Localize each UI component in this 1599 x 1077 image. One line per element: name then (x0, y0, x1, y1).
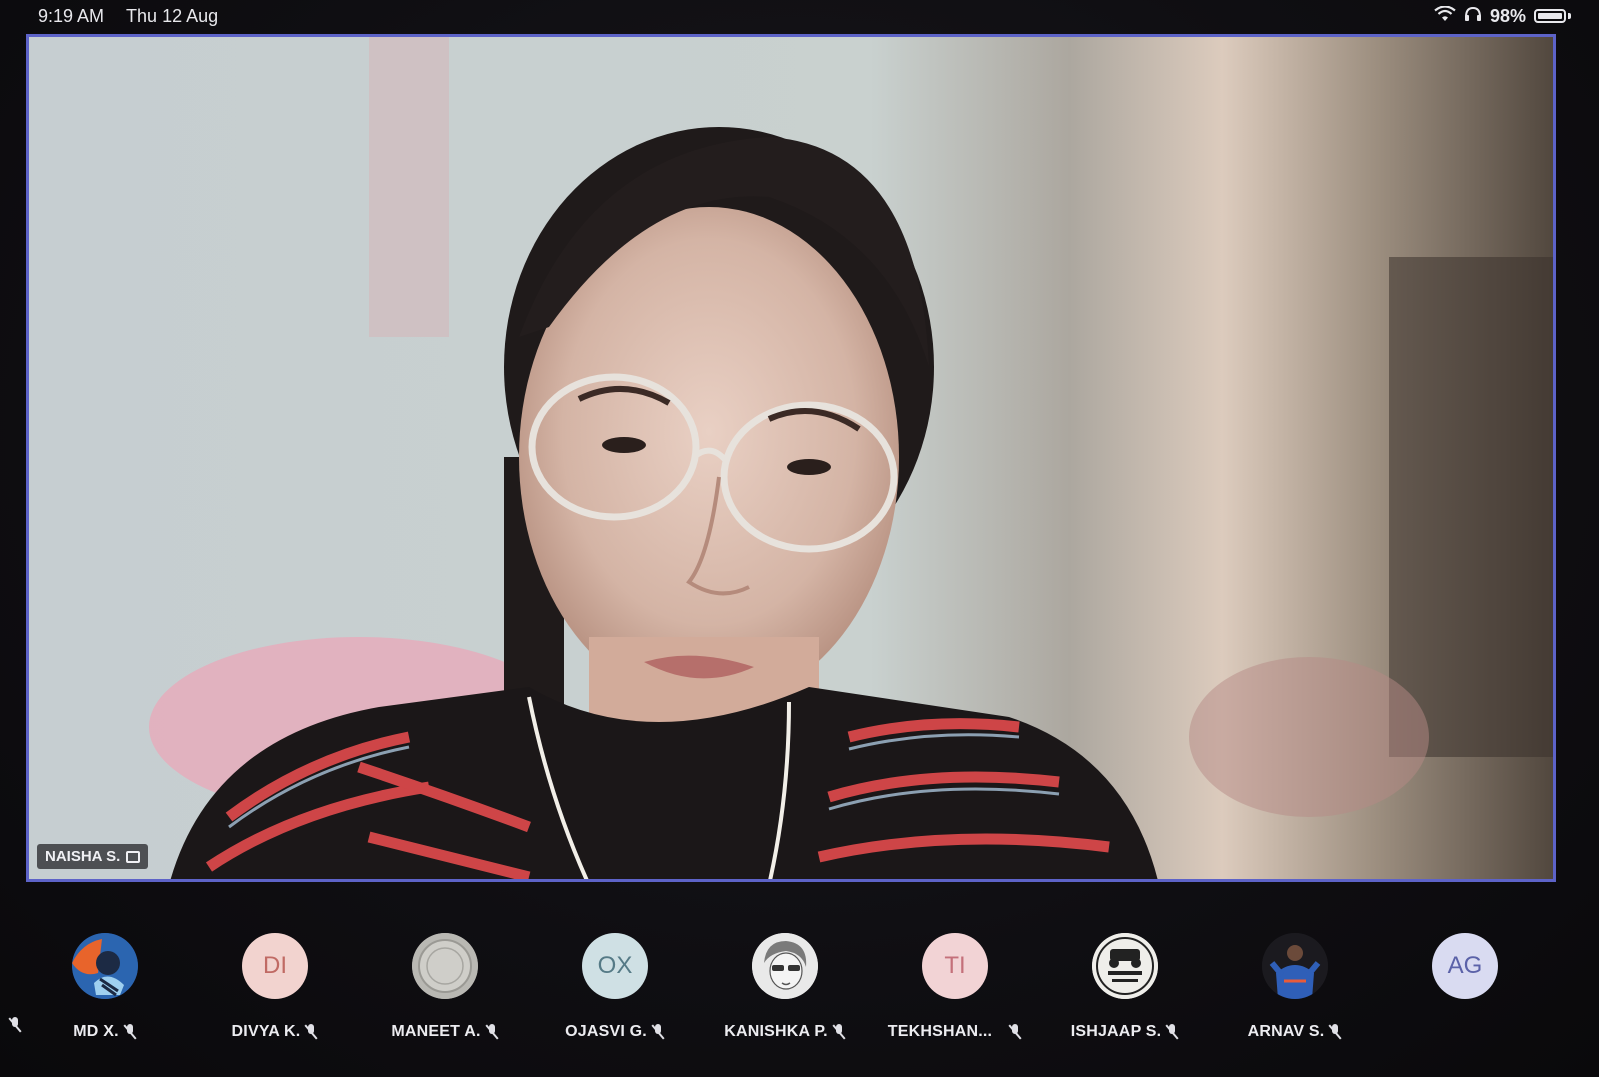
participant-tile[interactable]: AG (1380, 886, 1550, 1071)
avatar (1262, 933, 1328, 999)
mic-off-icon (1008, 1024, 1022, 1040)
avatar: AG (1432, 933, 1498, 999)
screen-share-icon (126, 850, 141, 863)
participant-tile[interactable]: KANISHKA P. (700, 886, 870, 1071)
active-speaker-name: NAISHA S. (45, 848, 121, 865)
avatar: OX (582, 933, 648, 999)
sketch-portrait-avatar-icon (752, 933, 818, 999)
avatar-initials: DI (263, 952, 287, 979)
wifi-icon (1434, 4, 1456, 27)
mic-off-icon (651, 1024, 665, 1040)
mic-off-icon (1165, 1024, 1179, 1040)
avatar (72, 933, 138, 999)
zoom-meeting-screen: 9:19 AM Thu 12 Aug 98% NAISHA S. MD X. D… (0, 0, 1599, 1077)
participant-label: DIVYA K. (232, 1023, 319, 1041)
status-date: Thu 12 Aug (126, 5, 219, 26)
participant-strip: MD X. DI DIVYA K. MANEET A. OX OJASVI G.… (20, 886, 1550, 1071)
mic-off-icon (123, 1024, 137, 1040)
avatar (752, 933, 818, 999)
participant-tile[interactable]: MD X. (20, 886, 190, 1071)
battery-icon (1534, 9, 1566, 23)
mic-off-icon (304, 1024, 318, 1040)
avatar: DI (242, 933, 308, 999)
video-frame-illustration (29, 37, 1553, 879)
headphones-icon (1464, 6, 1482, 27)
status-bar: 9:19 AM Thu 12 Aug 98% (0, 0, 1599, 32)
participant-label: MD X. (73, 1023, 136, 1041)
avatar (1092, 933, 1158, 999)
status-time: 9:19 AM (38, 5, 105, 26)
participant-label: ARNAV S. (1248, 1023, 1343, 1041)
battery-tip (1568, 13, 1571, 19)
avatar-initials: OX (597, 952, 633, 979)
battery-percentage: 98% (1489, 5, 1526, 26)
participant-tile[interactable]: TI TEKHSHAN... (870, 886, 1040, 1071)
coin-avatar-icon (412, 933, 478, 999)
participant-label: ISHJAAP S. (1071, 1023, 1180, 1041)
participant-tile[interactable]: OX OJASVI G. (530, 886, 700, 1071)
avatar (412, 933, 478, 999)
mic-off-icon (832, 1024, 846, 1040)
participant-tile[interactable]: ARNAV S. (1210, 886, 1380, 1071)
player-avatar-icon (1262, 933, 1328, 999)
avatar: TI (922, 933, 988, 999)
mic-off-icon (1328, 1024, 1342, 1040)
cartoon-avatar-icon (72, 933, 138, 999)
participant-label: KANISHKA P. (724, 1023, 846, 1041)
badge-avatar-icon (1092, 933, 1158, 999)
active-speaker-video[interactable]: NAISHA S. (26, 34, 1556, 882)
active-speaker-name-tag: NAISHA S. (37, 844, 149, 869)
participant-tile[interactable]: DI DIVYA K. (190, 886, 360, 1071)
participant-label: MANEET A. (391, 1023, 498, 1041)
avatar-initials: TI (944, 952, 966, 979)
avatar-initials: AG (1447, 952, 1483, 979)
participant-label: TEKHSHAN... (888, 1023, 1022, 1041)
participant-tile[interactable]: ISHJAAP S. (1040, 886, 1210, 1071)
mic-off-icon (485, 1024, 499, 1040)
participant-tile[interactable]: MANEET A. (360, 886, 530, 1071)
participant-label: OJASVI G. (565, 1023, 665, 1041)
